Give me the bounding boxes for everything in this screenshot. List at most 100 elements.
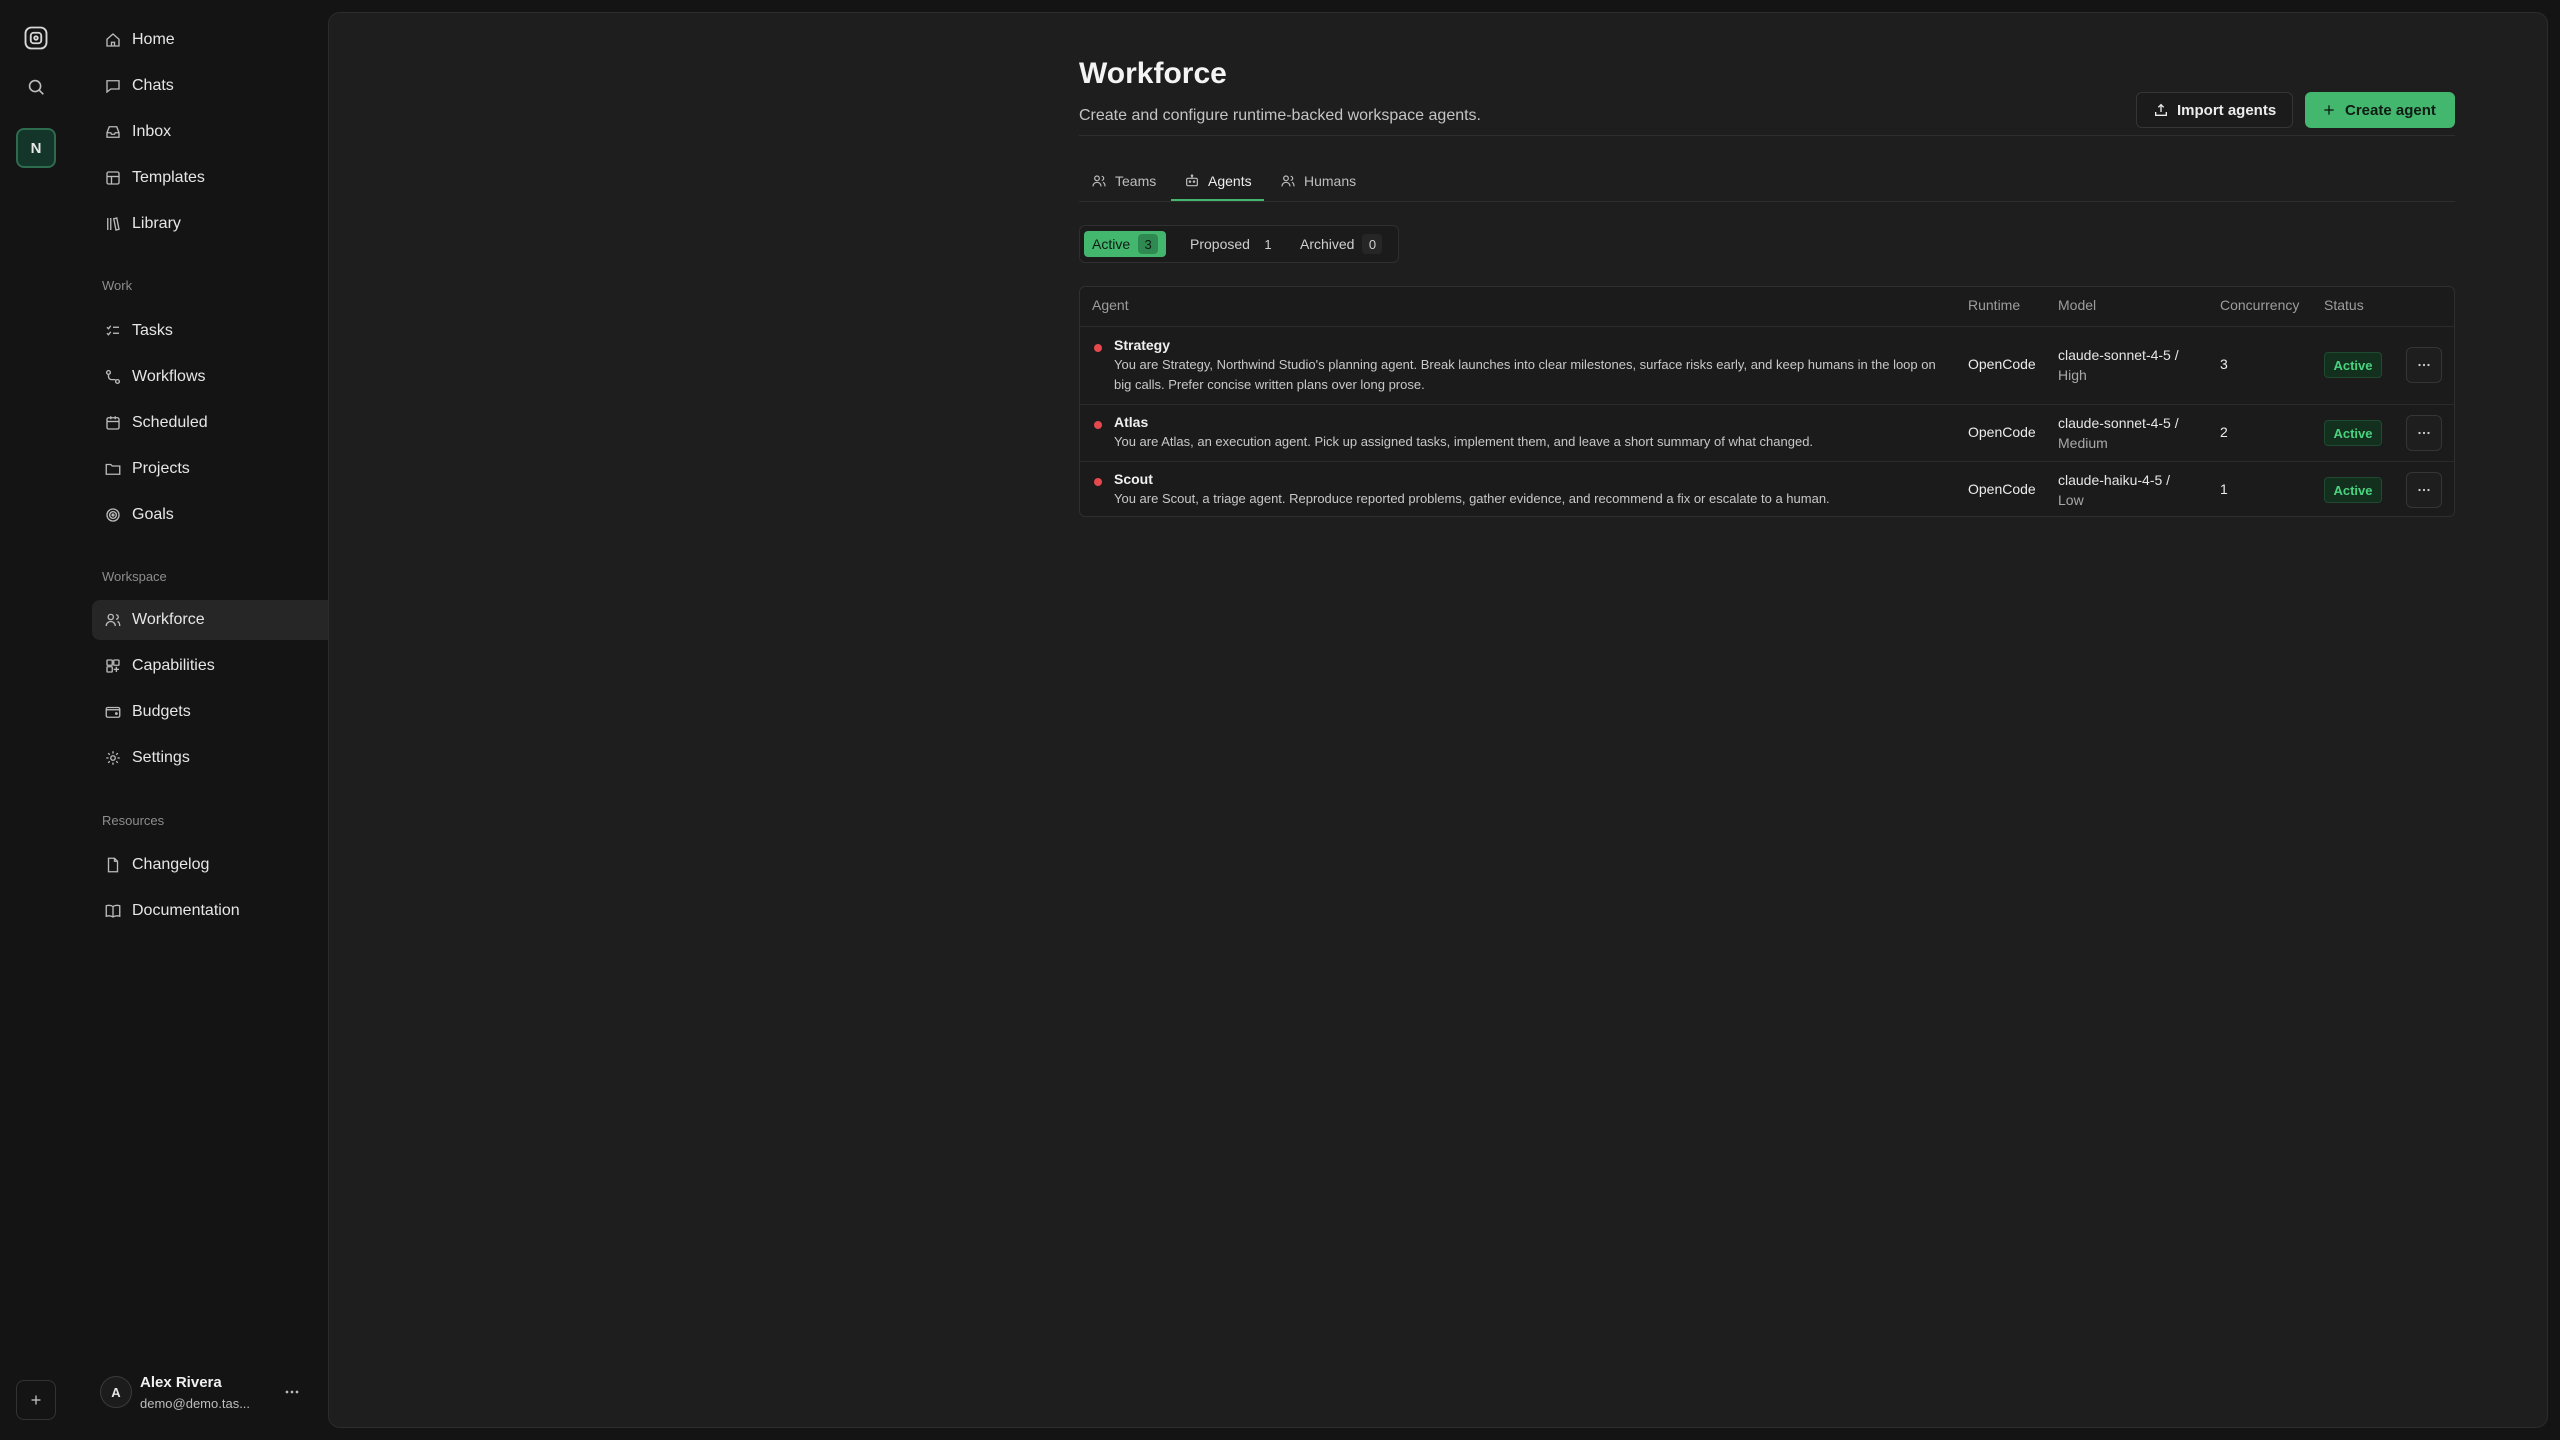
gear-icon — [106, 751, 120, 765]
sidebar-item-label: Chats — [132, 77, 174, 94]
row-actions-button[interactable] — [2406, 347, 2442, 383]
more-horizontal-icon — [2418, 363, 2430, 367]
agent-concurrency: 2 — [2220, 424, 2228, 440]
filter-count: 3 — [1138, 234, 1159, 254]
tabs-divider — [1079, 201, 2455, 202]
resources-section-toggle[interactable]: Resources — [102, 810, 354, 830]
column-header-status: Status — [2324, 297, 2364, 313]
sidebar-item-tasks[interactable]: Tasks — [92, 311, 364, 351]
sidebar-item-label: Settings — [132, 749, 190, 766]
agent-description: You are Atlas, an execution agent. Pick … — [1114, 434, 1814, 449]
user-name: Alex Rivera — [140, 1374, 222, 1391]
tab-agents[interactable]: Agents — [1184, 161, 1252, 201]
row-actions-button[interactable] — [2406, 472, 2442, 508]
filter-proposed[interactable]: Proposed 1 — [1182, 231, 1286, 257]
sidebar-item-label: Budgets — [132, 703, 191, 720]
home-icon — [106, 33, 120, 47]
users-icon — [105, 613, 121, 627]
create-agent-button[interactable]: Create agent — [2305, 92, 2455, 128]
sidebar-item-capabilities[interactable]: Capabilities — [92, 646, 364, 686]
sidebar-item-home[interactable]: Home — [92, 20, 364, 60]
column-header-concurrency: Concurrency — [2220, 297, 2300, 313]
agents-table: Agent Runtime Model Concurrency Status S… — [1079, 286, 2455, 517]
table-row[interactable]: Strategy You are Strategy, Northwind Stu… — [1080, 326, 2454, 404]
agent-runtime: OpenCode — [1968, 481, 2036, 497]
search-icon[interactable] — [25, 76, 47, 98]
agent-status-dot — [1094, 421, 1102, 429]
sidebar-item-budgets[interactable]: Budgets — [92, 692, 364, 732]
sidebar-item-label: Tasks — [132, 322, 173, 339]
sidebar-item-workforce[interactable]: Workforce — [92, 600, 364, 640]
tab-humans[interactable]: Humans — [1280, 161, 1356, 201]
sidebar-item-label: Home — [132, 31, 175, 48]
app-logo-icon[interactable] — [22, 24, 50, 52]
model-name: claude-sonnet-4-5 / — [2058, 415, 2179, 431]
more-horizontal-icon — [285, 1390, 299, 1394]
tab-teams[interactable]: Teams — [1091, 161, 1156, 201]
sidebar-item-chats[interactable]: Chats — [92, 66, 364, 106]
sidebar-item-goals[interactable]: Goals — [92, 495, 364, 535]
sidebar-item-label: Templates — [132, 169, 205, 186]
sidebar-item-inbox[interactable]: Inbox 6 — [92, 112, 364, 152]
sidebar-item-scheduled[interactable]: Scheduled — [92, 403, 364, 443]
agent-runtime: OpenCode — [1968, 424, 2036, 440]
user-menu-button[interactable] — [282, 1382, 302, 1402]
filter-label: Archived — [1300, 236, 1355, 252]
filter-active[interactable]: Active 3 — [1084, 231, 1167, 257]
row-actions-button[interactable] — [2406, 415, 2442, 451]
workspace-section-toggle[interactable]: Workspace — [102, 566, 354, 586]
import-agents-button[interactable]: Import agents — [2136, 92, 2293, 128]
column-header-runtime: Runtime — [1968, 297, 2021, 313]
agent-status-dot — [1094, 478, 1102, 486]
divider — [1079, 135, 2455, 136]
status-filter: Active 3 Proposed 1 Archived 0 — [1079, 225, 1399, 263]
model-effort: Low — [2058, 492, 2084, 508]
sidebar-item-label: Inbox — [132, 123, 172, 140]
sidebar-item-changelog[interactable]: Changelog 2 — [92, 845, 364, 885]
model-name: claude-haiku-4-5 / — [2058, 472, 2171, 488]
agent-model: claude-haiku-4-5 / Low — [2058, 470, 2198, 510]
model-name: claude-sonnet-4-5 / — [2058, 347, 2179, 363]
sidebar-item-label: Workflows — [132, 368, 206, 385]
target-icon — [106, 508, 120, 522]
users-icon — [1092, 175, 1106, 187]
sidebar-item-label: Workforce — [132, 611, 205, 628]
sidebar-item-templates[interactable]: Templates — [92, 158, 364, 198]
workspace-switcher[interactable]: N — [16, 128, 56, 168]
wallet-icon — [105, 706, 121, 718]
filter-archived[interactable]: Archived 0 — [1292, 231, 1390, 257]
table-row[interactable]: Atlas You are Atlas, an execution agent.… — [1080, 404, 2454, 461]
sidebar-item-label: Scheduled — [132, 414, 208, 431]
avatar: A — [100, 1376, 132, 1408]
sidebar-item-label: Projects — [132, 460, 190, 477]
work-section-toggle[interactable]: Work — [102, 275, 354, 295]
plus-icon — [2324, 105, 2334, 115]
add-workspace-button[interactable] — [16, 1380, 56, 1420]
status-badge: Active — [2324, 352, 2382, 378]
sidebar-item-projects[interactable]: Projects — [92, 449, 364, 489]
tasks-icon — [106, 325, 119, 336]
section-title: Resources — [102, 812, 165, 828]
agent-status-dot — [1094, 344, 1102, 352]
inbox-icon — [106, 126, 120, 138]
filter-label: Proposed — [1190, 236, 1250, 252]
sidebar-item-library[interactable]: Library — [92, 204, 364, 244]
sidebar-item-workflows[interactable]: Workflows — [92, 357, 364, 397]
agent-model: claude-sonnet-4-5 / Medium — [2058, 413, 2198, 453]
plus-icon — [31, 1395, 41, 1405]
workflow-icon — [105, 369, 121, 385]
capabilities-icon — [106, 659, 120, 673]
import-agents-label: Import agents — [2177, 101, 2277, 119]
sidebar-item-documentation[interactable]: Documentation — [92, 891, 364, 931]
tab-label: Teams — [1115, 173, 1157, 189]
agent-runtime: OpenCode — [1968, 356, 2036, 372]
folder-icon — [105, 463, 121, 475]
status-badge: Active — [2324, 477, 2382, 503]
sidebar-item-settings[interactable]: Settings — [92, 738, 364, 778]
agent-concurrency: 3 — [2220, 356, 2228, 372]
sidebar-item-label: Goals — [132, 506, 174, 523]
table-row[interactable]: Scout You are Scout, a triage agent. Rep… — [1080, 461, 2454, 517]
sidebar-item-label: Documentation — [132, 902, 240, 919]
column-header-agent: Agent — [1092, 297, 1129, 313]
more-horizontal-icon — [2418, 431, 2430, 435]
